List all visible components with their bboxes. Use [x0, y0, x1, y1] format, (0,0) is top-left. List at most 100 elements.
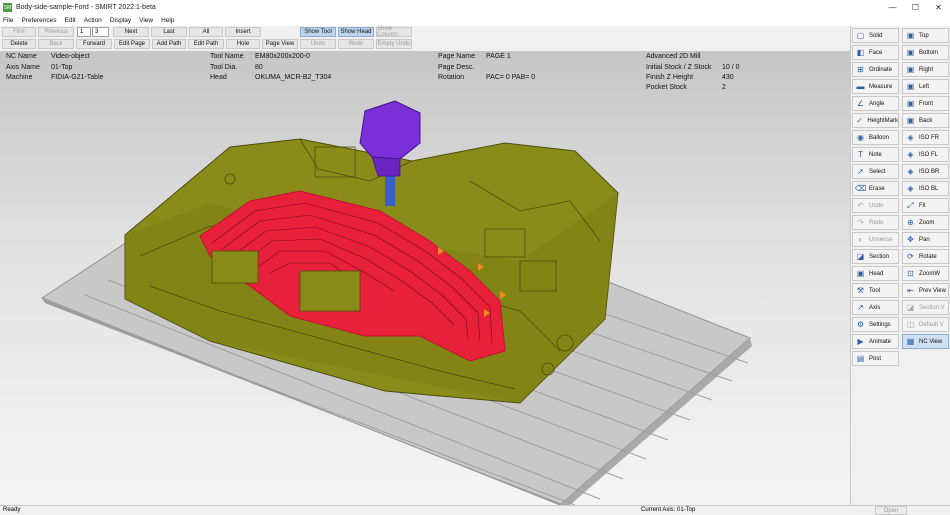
nc-view-button[interactable]: ▦ NC View: [902, 334, 949, 349]
angle-label: Angle: [869, 100, 885, 107]
menu-file[interactable]: File: [3, 17, 13, 24]
undo-button[interactable]: ↶ Undo: [852, 198, 899, 213]
maximize-button[interactable]: ☐: [904, 0, 927, 15]
back-button[interactable]: ▣ Back: [902, 113, 949, 128]
menu-display[interactable]: Display: [110, 17, 131, 24]
section-v-label: Section V: [919, 304, 945, 311]
head-button[interactable]: ▣ Head: [852, 266, 899, 281]
heightmark-button[interactable]: ✓ HeightMark: [852, 113, 899, 128]
select-button[interactable]: ➚ Select: [852, 164, 899, 179]
right-button[interactable]: ▣ Right: [902, 62, 949, 77]
section-icon: ◪: [856, 252, 865, 261]
rotate-button[interactable]: ⟳ Rotate: [902, 249, 949, 264]
tool-icon: ⚒: [856, 286, 865, 295]
settings-label: Settings: [869, 321, 891, 328]
add-path-button[interactable]: Add Path: [152, 39, 186, 49]
menu-view[interactable]: View: [139, 17, 153, 24]
show-tool-toggle[interactable]: Show Tool: [300, 27, 336, 37]
forward-button[interactable]: Forward: [76, 39, 112, 49]
section-v-button[interactable]: ◪ Section V: [902, 300, 949, 315]
pocket-stock-label: Pocket Stock: [646, 84, 687, 91]
prev-view-button[interactable]: ⇤ Prev View: [902, 283, 949, 298]
last-button[interactable]: Last: [151, 27, 187, 37]
top-button[interactable]: ▣ Top: [902, 28, 949, 43]
iso-fr-button[interactable]: ◈ ISO FR: [902, 130, 949, 145]
measure-button[interactable]: ▬ Measure: [852, 79, 899, 94]
axis-button[interactable]: ↗ Axis: [852, 300, 899, 315]
unsense-label: Unsense: [869, 236, 893, 243]
pan-button[interactable]: ✥ Pan: [902, 232, 949, 247]
previous-button[interactable]: Previous: [38, 27, 74, 37]
hole-button[interactable]: Hole: [226, 39, 260, 49]
select-label: Select: [869, 168, 886, 175]
ordinate-button[interactable]: ⊞ Ordinate: [852, 62, 899, 77]
section-button[interactable]: ◪ Section: [852, 249, 899, 264]
page-view-button[interactable]: Page View: [262, 39, 298, 49]
animate-label: Animate: [869, 338, 892, 345]
settings-button[interactable]: ⚙ Settings: [852, 317, 899, 332]
menu-action[interactable]: Action: [84, 17, 102, 24]
redo-button[interactable]: ↷ Redo: [852, 215, 899, 230]
head-label: Head: [210, 74, 227, 81]
front-button[interactable]: ▣ Front: [902, 96, 949, 111]
unsense-button[interactable]: ◐ Unsense: [852, 232, 899, 247]
top-label: Top: [919, 32, 929, 39]
erase-button[interactable]: ⌫ Erase: [852, 181, 899, 196]
open-button[interactable]: Open: [875, 506, 907, 515]
show-column-toggle[interactable]: Show Column: [376, 26, 412, 38]
note-button[interactable]: T Note: [852, 147, 899, 162]
view-left-icon: ▣: [906, 82, 915, 91]
bottom-button[interactable]: ▣ Bottom: [902, 45, 949, 60]
iso-br-button[interactable]: ◈ ISO BR: [902, 164, 949, 179]
zoomw-button[interactable]: ⊡ ZoomW: [902, 266, 949, 281]
post-button[interactable]: ▤ Post: [852, 351, 899, 366]
menu-edit[interactable]: Edit: [65, 17, 76, 24]
fit-button[interactable]: ⤢ Fit: [902, 198, 949, 213]
pocket-stock-value: 2: [722, 84, 726, 91]
iso-br-icon: ◈: [907, 167, 914, 176]
delete-button[interactable]: Delete: [2, 39, 36, 49]
balloon-icon: ◉: [857, 133, 864, 142]
iso-bl-button[interactable]: ◈ ISO BL: [902, 181, 949, 196]
show-head-toggle[interactable]: Show Head: [338, 27, 374, 37]
first-button[interactable]: First: [2, 27, 36, 37]
animate-button[interactable]: ▶ Animate: [852, 334, 899, 349]
undo-icon: ↶: [857, 201, 864, 210]
left-button[interactable]: ▣ Left: [902, 79, 949, 94]
balloon-button[interactable]: ◉ Balloon: [852, 130, 899, 145]
default-v-button[interactable]: ◫ Default V: [902, 317, 949, 332]
face-label: Face: [869, 49, 883, 56]
close-button[interactable]: ✕: [927, 0, 950, 15]
view-back-icon: ▣: [906, 116, 915, 125]
measure-label: Measure: [869, 83, 893, 90]
tool-name-value: EM80x200x200-0: [255, 53, 310, 60]
bottom-label: Bottom: [919, 49, 939, 56]
current-page-input[interactable]: 1: [77, 27, 91, 37]
edit-path-button[interactable]: Edit Path: [188, 39, 224, 49]
zoom-button[interactable]: ⊕ Zoom: [902, 215, 949, 230]
menu-preferences[interactable]: Preferences: [21, 17, 56, 24]
all-button[interactable]: All: [189, 27, 223, 37]
fit-label: Fit: [919, 202, 926, 209]
tool-button[interactable]: ⚒ Tool: [852, 283, 899, 298]
empty-undo-button[interactable]: Empty Undo: [376, 39, 412, 49]
cursor-icon: ➚: [857, 167, 864, 176]
angle-button[interactable]: ∠ Angle: [852, 96, 899, 111]
face-button[interactable]: ◧ Face: [852, 45, 899, 60]
back-button[interactable]: Back: [38, 39, 74, 49]
edit-page-button[interactable]: Edit Page: [114, 39, 150, 49]
minimize-button[interactable]: —: [881, 0, 904, 15]
front-label: Front: [919, 100, 934, 107]
solid-button[interactable]: ▢ Solid: [852, 28, 899, 43]
menu-help[interactable]: Help: [161, 17, 174, 24]
iso-fl-button[interactable]: ◈ ISO FL: [902, 147, 949, 162]
left-label: Left: [919, 83, 930, 90]
rotate-icon: ⟳: [907, 252, 914, 261]
insert-button[interactable]: Insert: [225, 27, 261, 37]
redo-button[interactable]: Redo: [338, 39, 374, 49]
nc-name-value: Video-object: [51, 53, 90, 60]
undo-button[interactable]: Undo: [300, 39, 336, 49]
nc-3d-viewport[interactable]: NC Name Video-object Axis Name 01-Top Ma…: [0, 51, 850, 505]
current-axis-status: Current Axis: 01-Top: [641, 507, 696, 513]
next-button[interactable]: Next: [113, 27, 149, 37]
